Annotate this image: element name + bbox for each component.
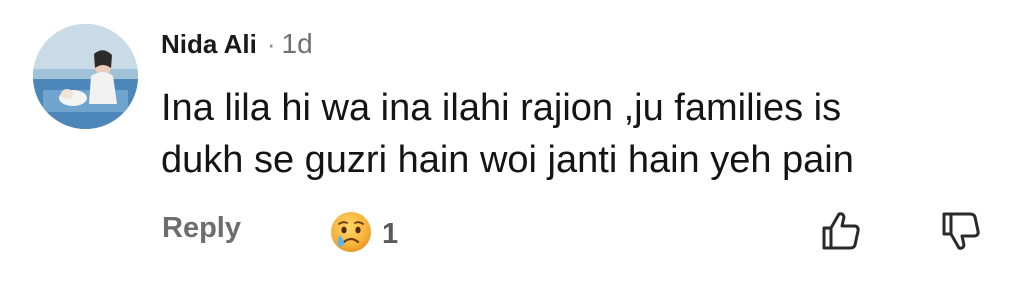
- thumbs-down-icon: [938, 212, 984, 258]
- comment-text-line: Ina lila hi wa ina ilahi rajion ,ju fami…: [161, 87, 842, 129]
- comment: Nida Ali · 1d Ina lila hi wa ina ilahi r…: [0, 0, 1024, 297]
- comment-timestamp: 1d: [281, 28, 313, 59]
- avatar-photo: [33, 24, 138, 129]
- meta-separator: ·: [266, 28, 276, 59]
- comment-header: Nida Ali · 1d: [161, 26, 313, 62]
- reaction-summary[interactable]: 1: [328, 209, 398, 260]
- thumbs-up-icon: [818, 212, 864, 258]
- author-name[interactable]: Nida Ali: [161, 29, 257, 60]
- crying-face-icon: [328, 209, 374, 260]
- avatar[interactable]: [33, 24, 138, 129]
- comment-text-line: dukh se guzri hain woi janti hain yeh pa…: [161, 139, 854, 181]
- reaction-count: 1: [382, 218, 399, 250]
- dislike-button[interactable]: [938, 208, 984, 254]
- comment-text: Ina lila hi wa ina ilahi rajion ,ju fami…: [161, 82, 981, 186]
- like-button[interactable]: [818, 208, 864, 254]
- reply-button[interactable]: Reply: [162, 212, 241, 245]
- comment-actions: Reply 1: [0, 206, 1024, 258]
